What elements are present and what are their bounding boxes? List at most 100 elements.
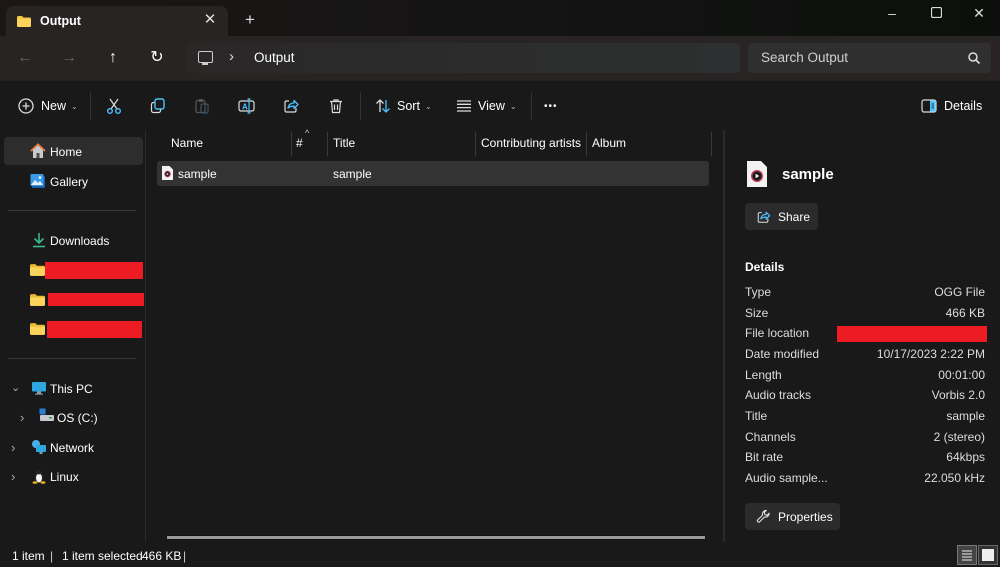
share-button[interactable] bbox=[283, 95, 299, 117]
close-tab-icon[interactable]: ✕ bbox=[202, 11, 218, 29]
property-type: Type OGG File bbox=[745, 285, 985, 301]
os-c-label: OS (C:) bbox=[57, 411, 98, 425]
column-resize-handle[interactable] bbox=[475, 132, 476, 156]
chevron-right-icon[interactable]: › bbox=[11, 440, 15, 455]
property-value: 00:01:00 bbox=[938, 368, 985, 382]
details-view-toggle[interactable] bbox=[957, 545, 977, 565]
maximize-icon bbox=[930, 6, 942, 19]
copy-button[interactable] bbox=[150, 95, 166, 117]
column-resize-handle[interactable] bbox=[586, 132, 587, 156]
selection-status: 1 item selected bbox=[62, 549, 143, 563]
sidebar-item-home[interactable]: Home bbox=[4, 137, 143, 165]
delete-button[interactable] bbox=[328, 95, 344, 117]
properties-label: Properties bbox=[778, 509, 833, 524]
audio-file-icon bbox=[747, 161, 767, 187]
property-value: sample bbox=[946, 409, 985, 423]
property-key: Audio sample... bbox=[745, 471, 828, 485]
title-bar: Output ✕ + – ✕ bbox=[0, 0, 1000, 36]
close-window-button[interactable]: ✕ bbox=[957, 0, 1000, 26]
sidebar-item-downloads[interactable]: Downloads bbox=[4, 226, 143, 254]
back-button[interactable]: ← bbox=[13, 46, 37, 70]
new-tab-button[interactable]: + bbox=[240, 10, 260, 30]
property-key: Audio tracks bbox=[745, 388, 812, 402]
chevron-right-icon[interactable]: › bbox=[11, 469, 15, 484]
more-options-button[interactable]: ••• bbox=[544, 95, 558, 117]
up-button[interactable]: ↑ bbox=[101, 46, 125, 70]
paste-icon bbox=[195, 99, 209, 114]
view-list-icon bbox=[457, 100, 471, 112]
file-name: sample bbox=[178, 167, 217, 181]
view-button[interactable]: View ⌄ bbox=[456, 95, 517, 117]
download-icon bbox=[33, 233, 45, 248]
column-header-contributing-artists[interactable]: Contributing artists bbox=[481, 130, 581, 156]
sort-ascending-icon: ^ bbox=[305, 128, 310, 138]
wrench-icon bbox=[756, 509, 770, 523]
maximize-button[interactable] bbox=[914, 0, 958, 26]
breadcrumb-chevron-icon[interactable]: › bbox=[229, 48, 234, 65]
view-label: View bbox=[478, 99, 505, 113]
drive-icon bbox=[39, 408, 54, 421]
sidebar-item-network[interactable]: › Network bbox=[4, 433, 143, 461]
copy-icon bbox=[150, 98, 165, 114]
minimize-button[interactable]: – bbox=[870, 0, 914, 26]
chevron-down-icon: ⌄ bbox=[424, 101, 432, 111]
folder-icon bbox=[30, 294, 45, 306]
tab-title: Output bbox=[40, 14, 81, 28]
chevron-right-icon[interactable]: › bbox=[20, 410, 24, 425]
rename-icon: A bbox=[238, 98, 255, 114]
plus-circle-icon bbox=[18, 98, 34, 114]
tab-output[interactable]: Output ✕ bbox=[6, 6, 228, 36]
scissors-icon bbox=[107, 98, 121, 114]
sort-icon bbox=[376, 99, 390, 113]
sidebar-item-folder-redacted[interactable] bbox=[4, 286, 144, 314]
column-header-name[interactable]: Name bbox=[171, 130, 203, 156]
rename-button[interactable]: A bbox=[238, 95, 256, 117]
paste-button[interactable] bbox=[194, 95, 210, 117]
sidebar-item-gallery[interactable]: Gallery bbox=[4, 167, 143, 195]
file-row[interactable]: sample sample bbox=[157, 161, 709, 186]
property-title: Title sample bbox=[745, 409, 985, 425]
property-date-modified: Date modified 10/17/2023 2:22 PM bbox=[745, 347, 985, 363]
property-value: OGG File bbox=[934, 285, 985, 299]
column-header-album[interactable]: Album bbox=[592, 130, 626, 156]
forward-button[interactable]: → bbox=[57, 46, 81, 70]
chevron-down-icon[interactable]: ⌄ bbox=[11, 381, 20, 394]
folder-icon bbox=[30, 323, 45, 335]
share-button[interactable]: Share bbox=[745, 203, 818, 230]
this-pc-icon[interactable] bbox=[198, 51, 213, 65]
selection-size: 466 KB bbox=[142, 549, 182, 563]
refresh-button[interactable]: ↻ bbox=[145, 46, 169, 70]
status-separator: | bbox=[183, 549, 187, 563]
toolbar-divider bbox=[531, 92, 532, 120]
column-header-title[interactable]: Title bbox=[333, 130, 355, 156]
property-key: Channels bbox=[745, 430, 796, 444]
properties-button[interactable]: Properties bbox=[745, 503, 840, 530]
large-icons-view-toggle[interactable] bbox=[978, 545, 998, 565]
sidebar-item-folder-redacted[interactable] bbox=[4, 256, 143, 284]
sidebar-item-folder-redacted[interactable] bbox=[4, 315, 143, 343]
details-pane-button[interactable]: Details bbox=[921, 95, 982, 117]
sidebar-item-this-pc[interactable]: ⌄ This PC bbox=[4, 374, 143, 402]
address-bar[interactable]: › Output bbox=[186, 43, 740, 73]
cut-button[interactable] bbox=[106, 95, 122, 117]
search-input[interactable]: Search Output bbox=[761, 50, 848, 65]
column-resize-handle[interactable] bbox=[711, 132, 712, 156]
column-header-number[interactable]: # bbox=[296, 130, 303, 156]
breadcrumb-output[interactable]: Output bbox=[254, 50, 295, 65]
column-resize-handle[interactable] bbox=[291, 132, 292, 156]
search-box[interactable]: Search Output bbox=[748, 43, 991, 73]
share-icon bbox=[284, 99, 299, 113]
sidebar-item-linux[interactable]: › Linux bbox=[4, 462, 143, 490]
column-resize-handle[interactable] bbox=[327, 132, 328, 156]
share-icon bbox=[757, 211, 771, 223]
sort-button[interactable]: Sort ⌄ bbox=[375, 95, 432, 117]
horizontal-scrollbar[interactable] bbox=[166, 535, 706, 540]
folder-icon bbox=[30, 264, 45, 276]
details-pane-icon bbox=[921, 99, 937, 113]
property-key: Type bbox=[745, 285, 772, 299]
new-button[interactable]: New ⌄ bbox=[18, 95, 78, 117]
property-key: File location bbox=[745, 326, 810, 340]
file-list: Name # ^ Title Contributing artists Albu… bbox=[147, 128, 722, 542]
property-value: 22.050 kHz bbox=[924, 471, 985, 485]
sidebar-item-os-c[interactable]: › OS (C:) bbox=[4, 403, 143, 431]
